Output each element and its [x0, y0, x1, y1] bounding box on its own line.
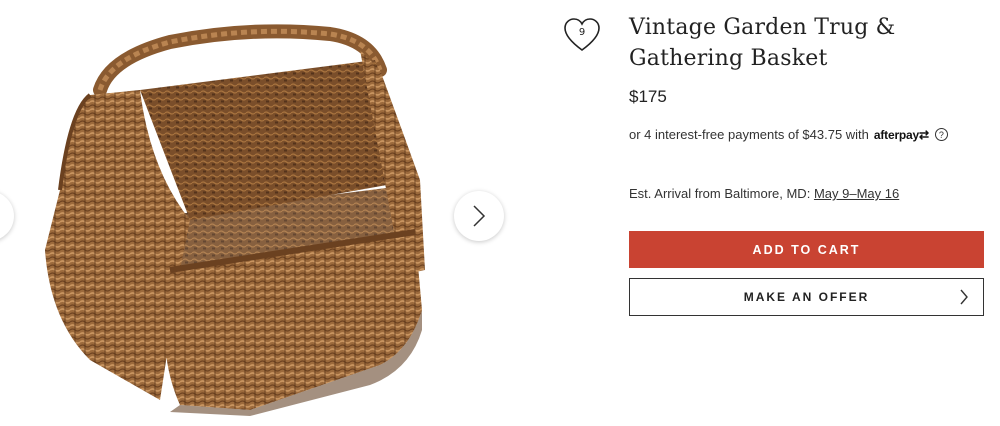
product-gallery: [0, 0, 560, 426]
chevron-right-icon: [960, 289, 968, 305]
product-title-line1: Vintage Garden Trug &: [629, 15, 896, 40]
afterpay-info: or 4 interest-free payments of $43.75 wi…: [629, 127, 984, 142]
make-offer-label: MAKE AN OFFER: [743, 290, 870, 304]
make-offer-button[interactable]: MAKE AN OFFER: [629, 278, 984, 316]
favorite-button[interactable]: 9: [562, 16, 602, 54]
arrival-dates-link[interactable]: May 9–May 16: [814, 186, 899, 201]
arrival-label: Est. Arrival from Baltimore, MD:: [629, 186, 811, 201]
estimated-arrival: Est. Arrival from Baltimore, MD: May 9–M…: [629, 186, 984, 201]
favorite-count: 9: [578, 27, 586, 38]
afterpay-arrows-icon: ⇄: [919, 127, 929, 142]
help-icon[interactable]: ?: [934, 128, 948, 141]
chevron-right-icon: [473, 205, 486, 227]
afterpay-logo: afterpay⇄: [874, 128, 929, 142]
product-details: Vintage Garden Trug & Gathering Basket $…: [629, 12, 984, 201]
afterpay-brand: afterpay: [873, 127, 919, 142]
product-title: Vintage Garden Trug & Gathering Basket: [629, 12, 984, 74]
afterpay-text: or 4 interest-free payments of $43.75 wi…: [629, 127, 869, 142]
product-price: $175: [629, 87, 667, 106]
gallery-prev-button[interactable]: [0, 191, 14, 241]
add-to-cart-button[interactable]: ADD TO CART: [629, 231, 984, 268]
product-title-line2: Gathering Basket: [629, 46, 828, 71]
product-image[interactable]: [30, 20, 430, 416]
gallery-next-button[interactable]: [454, 191, 504, 241]
